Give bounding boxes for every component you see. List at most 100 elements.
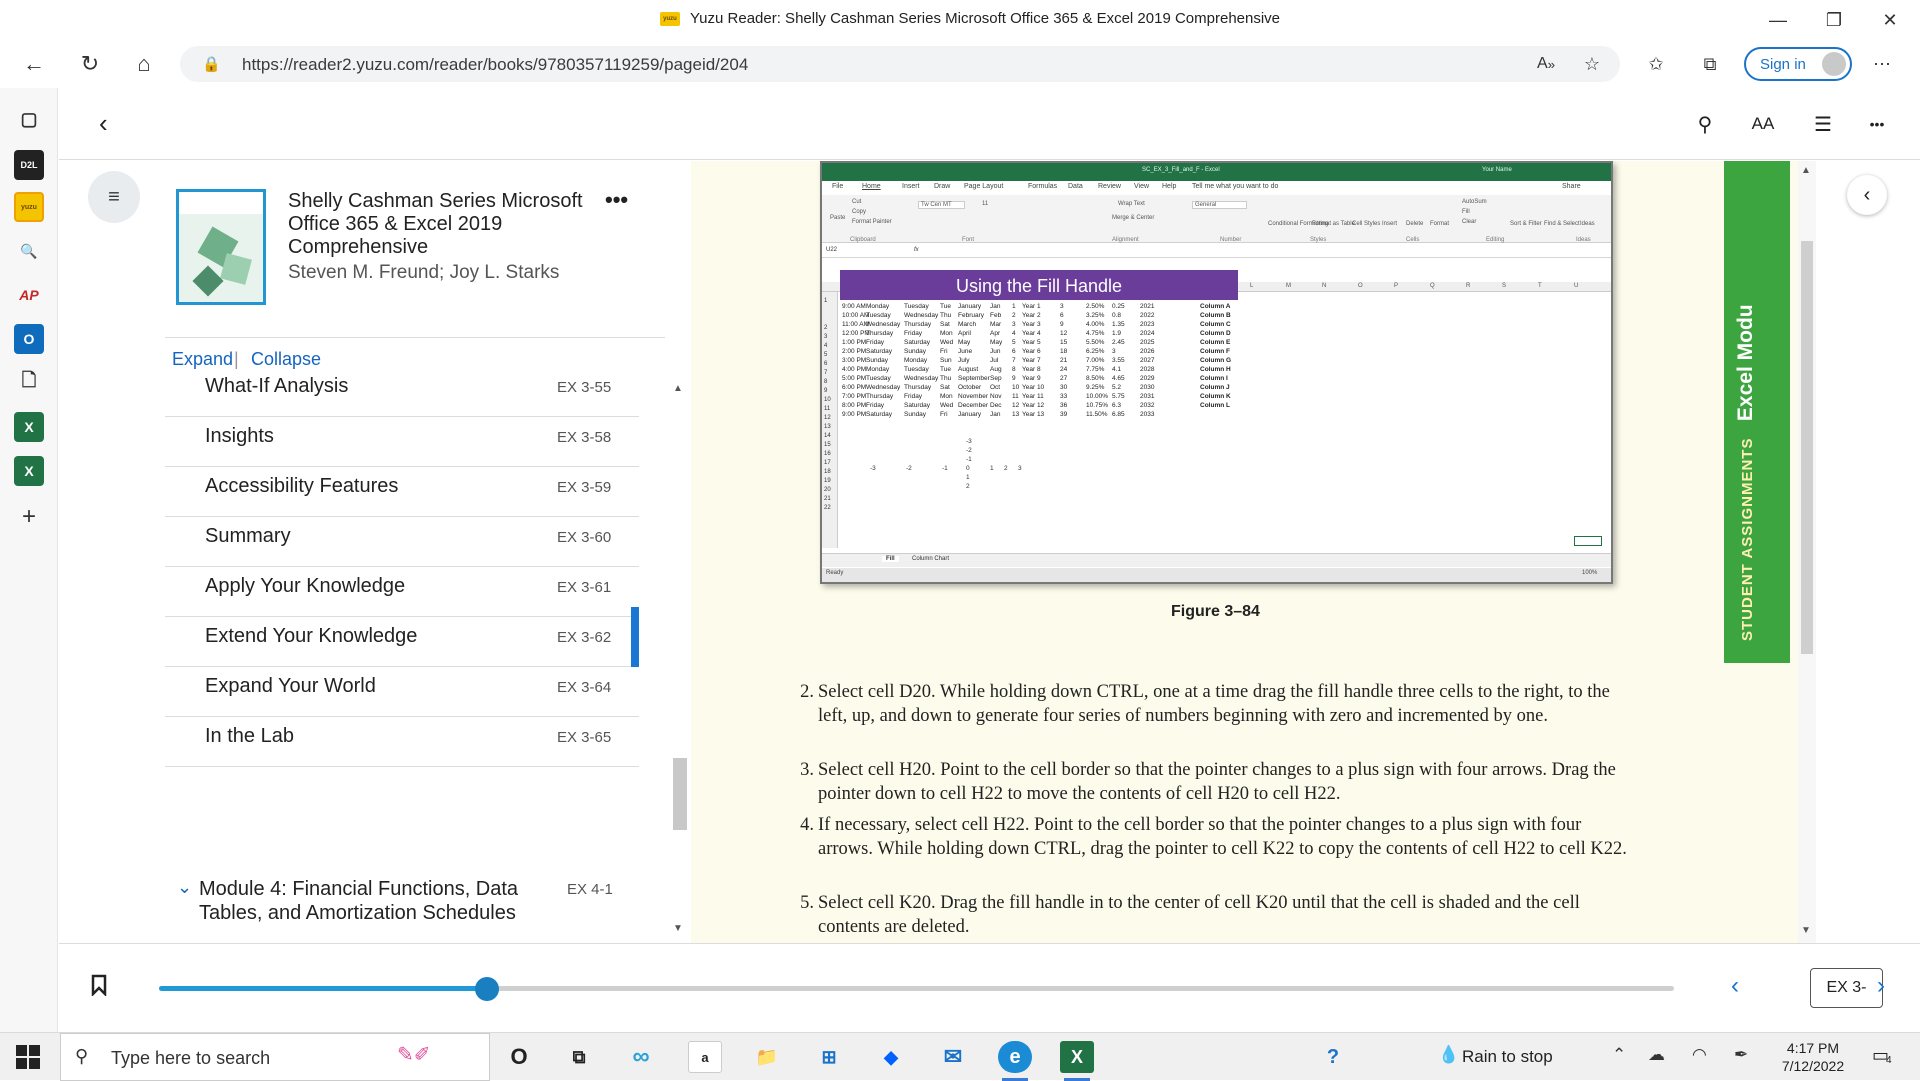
excel-group-label: Clipboard: [850, 237, 876, 243]
excel-cell: Saturday: [904, 402, 931, 409]
previous-page-icon[interactable]: ‹: [1731, 972, 1739, 1000]
excel-cell: Friday: [904, 393, 923, 400]
excel-cell: Fri: [940, 348, 948, 355]
file-icon[interactable]: 🗋: [14, 368, 44, 398]
store-icon[interactable]: ⊞: [812, 1041, 846, 1073]
book-more-icon[interactable]: •••: [605, 187, 628, 213]
excel-group-label: Number: [1220, 237, 1242, 243]
help-icon[interactable]: ?: [1316, 1041, 1350, 1073]
sign-in-button[interactable]: Sign in: [1744, 47, 1852, 81]
toc-item-page: EX 3-58: [557, 429, 612, 446]
excel-cell: Sep: [990, 375, 1002, 382]
collections-icon[interactable]: ⧉: [1694, 48, 1726, 80]
excel-cell: 5.75: [1112, 393, 1125, 400]
excel-row: 8:00 PM Friday Saturday Wed December Dec 12 Yea…: [840, 402, 1600, 411]
close-button[interactable]: ✕: [1862, 0, 1918, 40]
window-title-text: Yuzu Reader: Shelly Cashman Series Micro…: [690, 10, 1281, 27]
mail-icon[interactable]: ✉: [936, 1041, 970, 1073]
back-icon[interactable]: ←: [14, 44, 54, 84]
excel-cell: 2023: [1140, 321, 1155, 328]
favorites-icon[interactable]: ✩: [1640, 48, 1672, 80]
excel-row-header: 2: [824, 325, 828, 331]
excel-cell: Feb: [990, 312, 1002, 319]
next-page-icon[interactable]: ›: [1877, 972, 1885, 1000]
toc-scrollbar-thumb[interactable]: [673, 758, 687, 830]
pen-icon[interactable]: ✒: [1734, 1045, 1748, 1065]
reader-search-icon[interactable]: ⚲: [1687, 108, 1723, 140]
ap-icon[interactable]: AP: [14, 280, 44, 310]
toc-scroll-up-icon[interactable]: ▲: [673, 383, 683, 394]
bookmark-icon[interactable]: [91, 974, 107, 1002]
refresh-icon[interactable]: ↻: [70, 44, 110, 84]
excel-icon[interactable]: X: [14, 412, 44, 442]
book-cover: [176, 189, 266, 305]
read-aloud-icon[interactable]: A»: [1530, 48, 1562, 80]
toc-module-item[interactable]: ⌄ Module 4: Financial Functions, Data Ta…: [165, 877, 639, 943]
minimize-button[interactable]: —: [1750, 0, 1806, 40]
windows-start-icon[interactable]: [16, 1045, 40, 1069]
toc-scroll-down-icon[interactable]: ▼: [673, 923, 683, 934]
excel-sort: Sort & Filter: [1510, 221, 1542, 227]
excel-row-header: 4: [824, 343, 828, 349]
excel-row-headers: 1 2 3 4 5 6 7 8 9 10 11 12 13 14 15 16 17 18 19 20 21 22: [822, 292, 838, 548]
chevron-left-icon[interactable]: ‹: [1847, 175, 1887, 215]
chevron-down-icon[interactable]: ⌄: [177, 877, 192, 898]
edge-icon[interactable]: e: [998, 1041, 1032, 1081]
notifications-icon[interactable]: ▭ 4: [1872, 1045, 1896, 1069]
d2l-icon[interactable]: D2L: [14, 150, 44, 180]
page-scrollbar[interactable]: ▲ ▼: [1798, 161, 1816, 943]
toc-item[interactable]: In the Lab EX 3-65: [165, 707, 639, 767]
file-explorer-icon[interactable]: 📁: [750, 1041, 784, 1073]
excel-taskbar-icon[interactable]: X: [1060, 1041, 1094, 1081]
excel-cell: Sunday: [904, 348, 927, 355]
excel-cell: Column A: [1200, 303, 1231, 310]
cortana-icon[interactable]: O: [502, 1041, 536, 1073]
excel-row: 12:00 PM Thursday Friday Mon April Apr 4 Year 4…: [840, 330, 1600, 339]
page-number-field[interactable]: EX 3-: [1810, 968, 1883, 1008]
address-bar[interactable]: 🔒 https://reader2.yuzu.com/reader/books/…: [180, 46, 1620, 82]
wifi-icon[interactable]: ◠: [1692, 1045, 1707, 1065]
clock-date: 7/12/2022: [1781, 1058, 1845, 1074]
excel-cell: February: [958, 312, 985, 319]
excel-cell: 11:00 AM: [842, 321, 869, 328]
excel-cell: Sat: [940, 321, 950, 328]
task-view-icon[interactable]: ⧉: [562, 1041, 596, 1073]
reader-more-icon[interactable]: •••: [1859, 108, 1895, 140]
show-hidden-icons-icon[interactable]: ⌃: [1612, 1045, 1626, 1065]
excel-column-header: T: [1538, 283, 1542, 289]
crayons-icon: ✎✐: [397, 1044, 431, 1066]
page-scroll-down-icon[interactable]: ▼: [1801, 925, 1811, 936]
page-scrollbar-thumb[interactable]: [1801, 241, 1813, 654]
home-icon[interactable]: ⌂: [124, 44, 164, 84]
add-icon[interactable]: +: [14, 502, 44, 532]
taskbar-search[interactable]: ⚲ Type here to search ✎✐: [60, 1033, 490, 1081]
amazon-icon[interactable]: a: [688, 1041, 722, 1073]
excel-icon-2[interactable]: X: [14, 456, 44, 486]
text-size-icon[interactable]: AA: [1745, 108, 1781, 140]
more-icon[interactable]: ⋯: [1866, 48, 1898, 80]
page-scroll-up-icon[interactable]: ▲: [1801, 165, 1811, 176]
add-favorite-icon[interactable]: ☆: [1576, 48, 1608, 80]
toc-item-page: EX 3-64: [557, 679, 612, 696]
excel-cell: Thursday: [904, 384, 932, 391]
maximize-button[interactable]: ❐: [1806, 0, 1862, 40]
infinity-app-icon[interactable]: ∞: [624, 1041, 658, 1073]
toc-menu-icon[interactable]: ≡: [88, 171, 140, 223]
rain-weather-icon[interactable]: 💧: [1438, 1045, 1459, 1065]
progress-slider-handle[interactable]: [474, 977, 499, 1001]
url-text[interactable]: https://reader2.yuzu.com/reader/books/97…: [242, 55, 748, 75]
reader-back-icon[interactable]: ‹: [99, 108, 108, 139]
search-icon[interactable]: 🔍: [14, 236, 44, 266]
onedrive-icon[interactable]: ☁: [1648, 1045, 1665, 1065]
excel-cell: Thursday: [904, 321, 932, 328]
weather-text[interactable]: Rain to stop: [1462, 1047, 1553, 1067]
toc-divider: [165, 337, 665, 338]
taskbar-clock[interactable]: 4:17 PM 7/12/2022: [1768, 1039, 1858, 1075]
outlook-icon[interactable]: O: [14, 324, 44, 354]
yuzu-icon[interactable]: yuzu: [14, 192, 44, 222]
tabs-icon[interactable]: ▢: [14, 104, 44, 134]
dropbox-icon[interactable]: ◆: [874, 1041, 908, 1073]
student-assignments-band: STUDENT ASSIGNMENTS Excel Modu: [1724, 161, 1790, 663]
bookmarks-list-icon[interactable]: ☰: [1805, 108, 1841, 140]
excel-cell: 2024: [1140, 330, 1155, 337]
